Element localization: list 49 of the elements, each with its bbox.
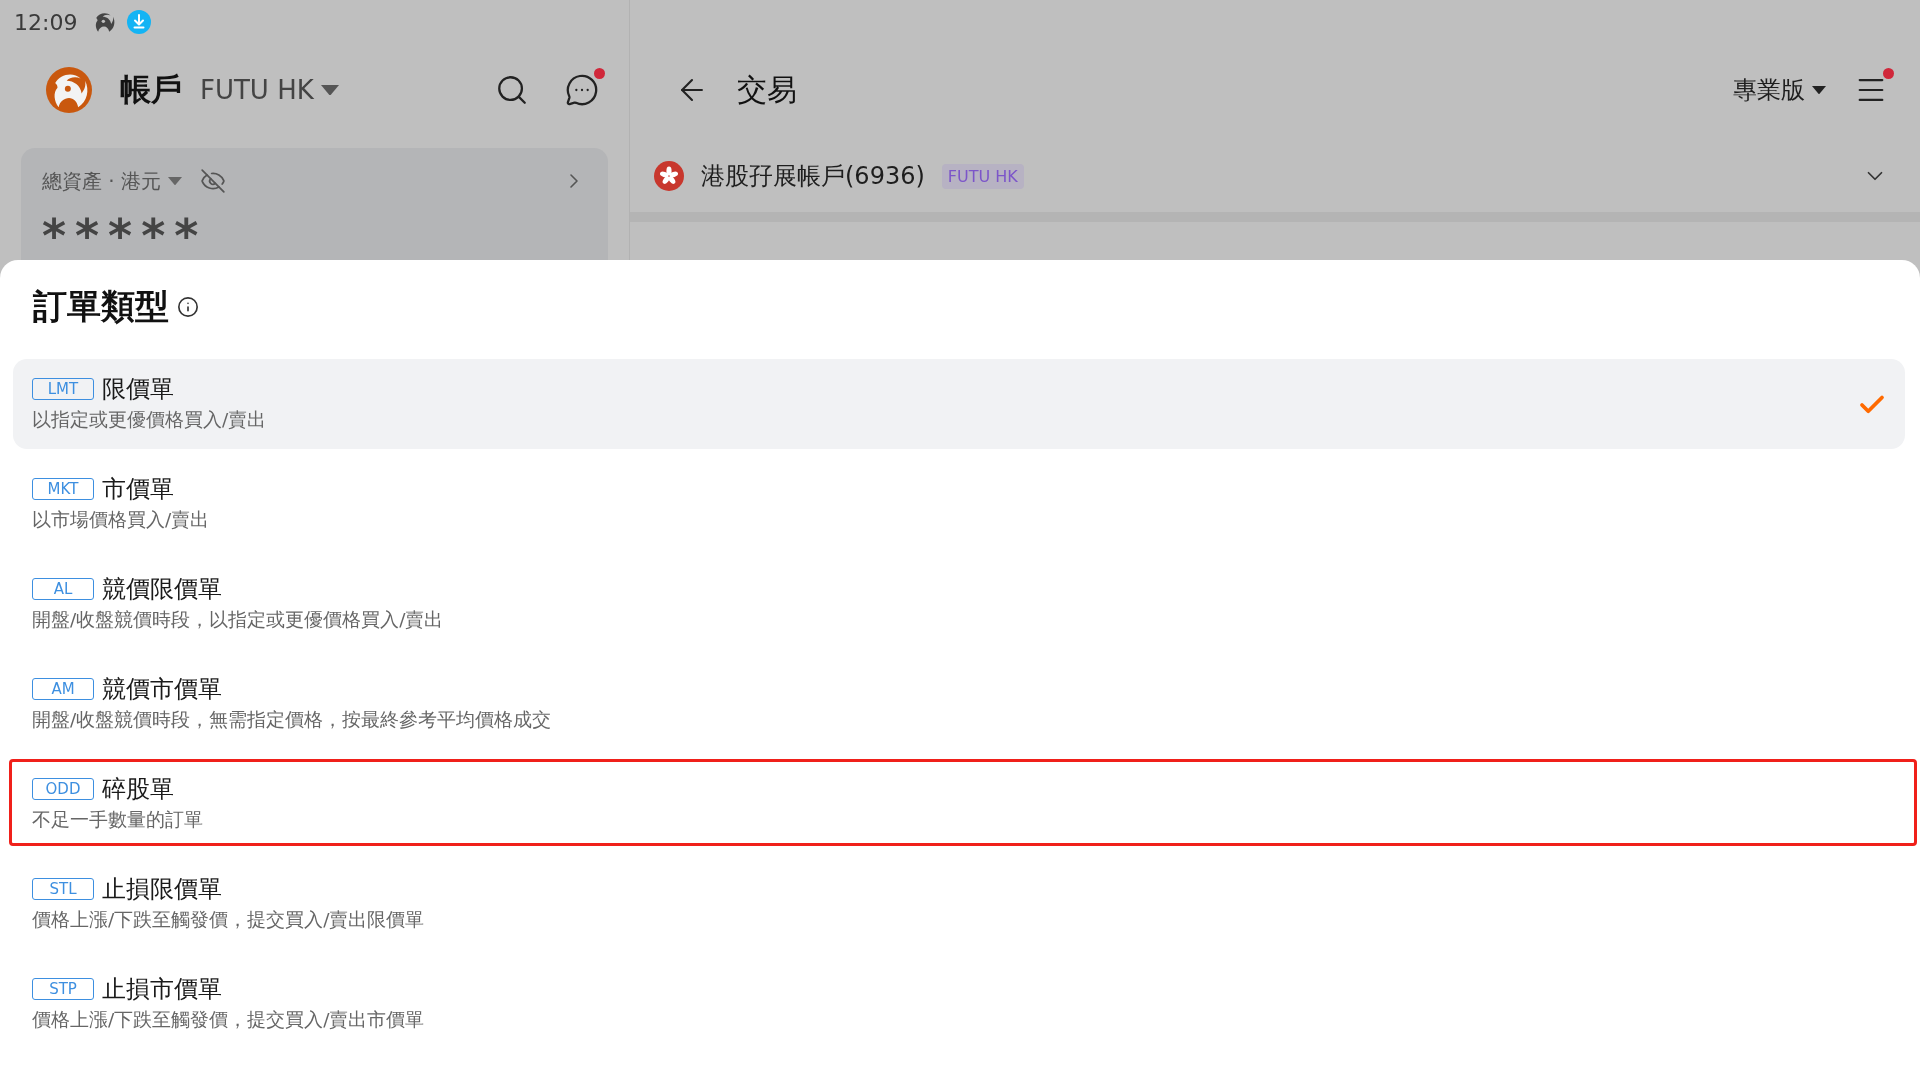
caret-down-icon — [168, 176, 183, 186]
currency-dropdown[interactable]: 總資產 · 港元 — [42, 167, 183, 195]
order-type-name: 止損市價單 — [102, 974, 222, 1005]
order-type-description: 價格上漲/下跌至觸發價，提交買入/賣出限價單 — [32, 908, 426, 932]
broker-badge: FUTU HK — [941, 163, 1024, 189]
order-code-tag: AL — [32, 578, 94, 600]
order-type-description: 開盤/收盤競價時段，以指定或更優價格買入/賣出 — [32, 608, 445, 632]
order-code-tag: AM — [32, 678, 94, 700]
order-type-name: 碎股單 — [102, 774, 174, 805]
download-icon — [127, 10, 152, 34]
assets-card[interactable]: 總資產 · 港元 ***** — [21, 148, 608, 260]
order-type-row[interactable]: AL 競價限價單 開盤/收盤競價時段，以指定或更優價格買入/賣出 — [13, 559, 1905, 649]
sheet-title: 訂單類型 — [33, 285, 169, 328]
caret-down-icon — [320, 84, 339, 96]
order-type-name: 止損限價單 — [102, 874, 222, 905]
order-code-tag: ODD — [32, 778, 94, 800]
order-type-row[interactable]: STP 止損市價單 價格上漲/下跌至觸發價，提交買入/賣出市價單 — [13, 959, 1905, 1049]
order-type-name: 競價限價單 — [102, 574, 222, 605]
eye-off-icon[interactable] — [200, 168, 227, 194]
order-type-description: 以指定或更優價格買入/賣出 — [32, 408, 268, 432]
search-icon[interactable] — [495, 73, 529, 107]
account-name[interactable]: 港股孖展帳戶(6936) — [701, 160, 925, 192]
order-type-description: 不足一手數量的訂單 — [32, 808, 204, 832]
order-type-name: 限價單 — [102, 374, 174, 405]
logo-icon — [46, 67, 92, 113]
order-type-name: 市價單 — [102, 474, 174, 505]
order-type-description: 價格上漲/下跌至觸發價，提交買入/賣出市價單 — [32, 1008, 426, 1032]
order-type-row[interactable]: AM 競價市價單 開盤/收盤競價時段，無需指定價格，按最終參考平均價格成交 — [13, 659, 1905, 749]
caret-down-icon — [1812, 85, 1826, 95]
order-type-row[interactable]: MKT 市價單 以市場價格買入/賣出 — [13, 459, 1905, 549]
order-code-tag: MKT — [32, 478, 94, 500]
order-code-tag: STP — [32, 978, 94, 1000]
flower-flag-icon — [654, 161, 684, 191]
chat-icon[interactable] — [565, 73, 599, 107]
status-time: 12:09 — [14, 9, 78, 35]
mode-dropdown[interactable]: 專業版 — [1733, 74, 1826, 106]
panel-title: 交易 — [737, 70, 797, 109]
order-code-tag: STL — [32, 878, 94, 900]
order-type-row[interactable]: STL 止損限價單 價格上漲/下跌至觸發價，提交買入/賣出限價單 — [13, 859, 1905, 949]
info-icon[interactable] — [177, 296, 199, 318]
order-type-row[interactable]: ODD 碎股單 不足一手數量的訂單 — [13, 759, 1905, 849]
order-code-tag: LMT — [32, 378, 94, 400]
order-type-description: 開盤/收盤競價時段，無需指定價格，按最終參考平均價格成交 — [32, 708, 553, 732]
order-type-description: 以市場價格買入/賣出 — [32, 508, 211, 532]
panel-title: 帳戶 — [120, 70, 182, 109]
asset-value: ***** — [42, 213, 208, 259]
broker-dropdown[interactable]: FUTU HK — [200, 75, 339, 105]
order-type-name: 競價市價單 — [102, 674, 222, 705]
order-type-row[interactable]: LMT 限價單 以指定或更優價格買入/賣出 — [13, 359, 1905, 449]
